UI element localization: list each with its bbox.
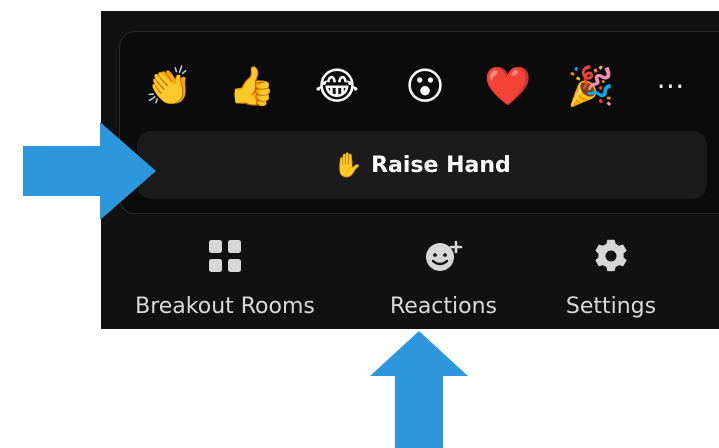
gear-icon: [587, 232, 635, 280]
raise-hand-button[interactable]: ✋ Raise Hand: [137, 131, 707, 199]
breakout-rooms-button[interactable]: Breakout Rooms: [125, 214, 325, 329]
settings-label: Settings: [565, 294, 657, 319]
thumbs-up-emoji-button[interactable]: 👍: [221, 55, 283, 117]
smile-plus-icon: [420, 232, 468, 280]
reactions-label: Reactions: [389, 294, 497, 319]
raised-hand-icon: ✋: [333, 151, 364, 179]
up-pointing-arrow-icon: [370, 331, 468, 448]
raise-hand-label: Raise Hand: [371, 152, 511, 178]
more-options-button[interactable]: ⋯: [640, 55, 702, 117]
heart-emoji-button[interactable]: ❤️: [477, 55, 539, 117]
left-pointing-arrow-icon: [23, 122, 156, 220]
party-emoji-button[interactable]: 🎉: [560, 55, 622, 117]
laughing-emoji-button[interactable]: 😂: [306, 55, 368, 117]
grid-icon: [201, 232, 249, 280]
meeting-toolbar-bottom: Breakout Rooms Reactions Settings: [101, 214, 719, 329]
surprised-emoji-button[interactable]: 😮: [394, 55, 456, 117]
reaction-emoji-row: 👏 👍 😂 😮 ❤️ 🎉 ⋯: [128, 55, 719, 117]
breakout-rooms-label: Breakout Rooms: [135, 294, 315, 319]
clap-emoji-button[interactable]: 👏: [138, 55, 200, 117]
reactions-button[interactable]: Reactions: [356, 214, 531, 329]
settings-button[interactable]: Settings: [538, 214, 684, 329]
